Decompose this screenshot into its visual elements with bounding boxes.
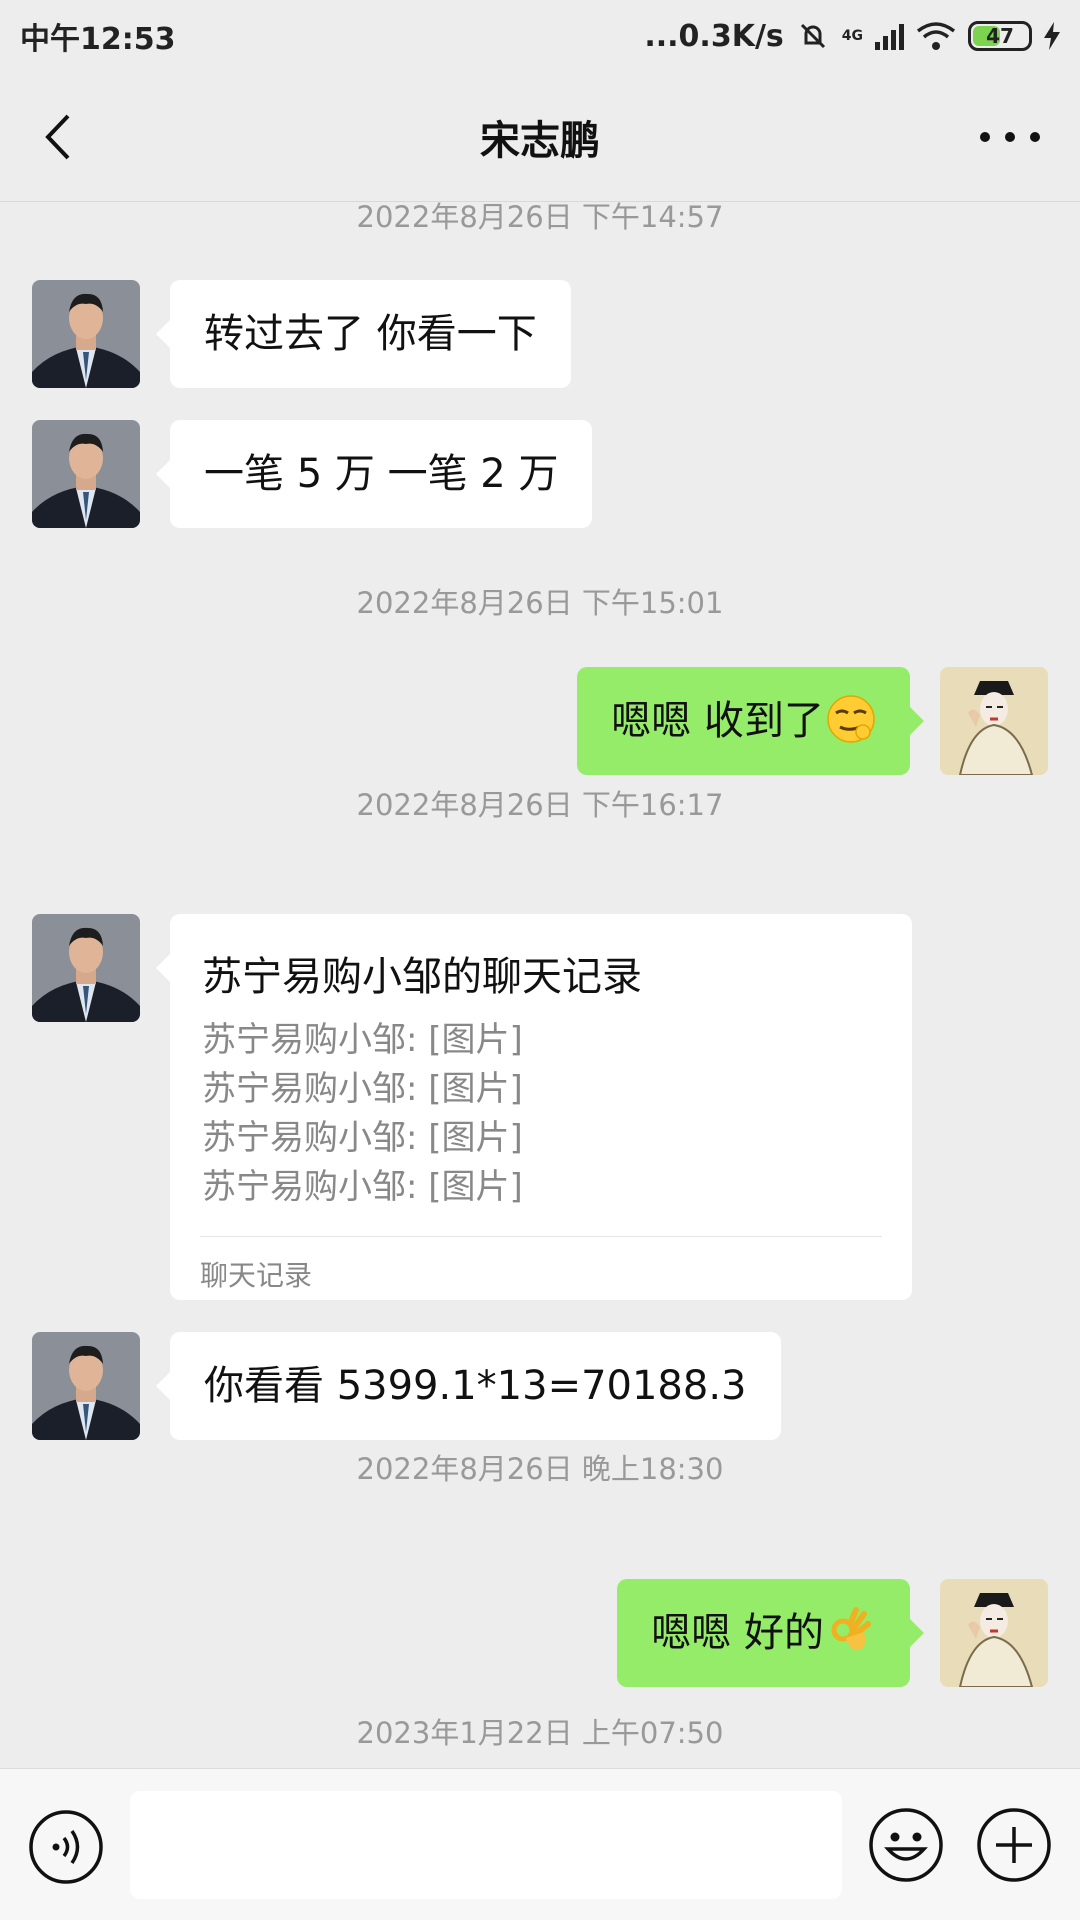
- plus-icon[interactable]: [976, 1807, 1052, 1883]
- timestamp: 2023年1月22日 上午07:50: [356, 1716, 724, 1750]
- timestamp: 2022年8月26日 下午14:57: [356, 202, 724, 234]
- outgoing-message[interactable]: 嗯嗯 好的: [617, 1579, 924, 1687]
- record-line: 苏宁易购小邹: [图片]: [202, 1118, 523, 1158]
- status-icons: ...0.3K/s 4G 47: [644, 19, 1060, 54]
- timestamp: 2022年8月26日 晚上18:30: [356, 1452, 724, 1486]
- network-type: 4G: [841, 28, 863, 44]
- my-avatar[interactable]: [940, 1579, 1048, 1687]
- message-text: 嗯嗯 收到了: [611, 698, 824, 744]
- signal-icon: [875, 22, 904, 50]
- charging-icon: [1044, 22, 1060, 50]
- message-input[interactable]: [130, 1791, 842, 1899]
- emoji-icon[interactable]: [868, 1807, 944, 1883]
- contact-avatar[interactable]: [32, 914, 140, 1022]
- chat-area[interactable]: 2022年8月26日 下午14:57 转过去了 你看一下 一笔 5 万 一笔 2…: [0, 202, 1080, 1768]
- message-text: 嗯嗯 好的: [651, 1610, 824, 1656]
- ok-hand-emoji-icon: [831, 1607, 871, 1651]
- smirk-emoji-icon: [827, 695, 875, 743]
- record-line: 苏宁易购小邹: [图片]: [202, 1020, 523, 1060]
- outgoing-message[interactable]: 嗯嗯 收到了: [577, 667, 924, 775]
- incoming-message[interactable]: 转过去了 你看一下: [156, 280, 571, 388]
- chat-title: 宋志鹏: [480, 117, 600, 164]
- timestamp: 2022年8月26日 下午16:17: [356, 788, 724, 822]
- record-line: 苏宁易购小邹: [图片]: [202, 1069, 523, 1109]
- contact-avatar[interactable]: [32, 1332, 140, 1440]
- incoming-message[interactable]: 你看看 5399.1*13=70188.3: [156, 1332, 781, 1440]
- input-bar: [0, 1768, 1080, 1920]
- status-bar: 中午12:53 ...0.3K/s 4G 47: [0, 0, 1080, 72]
- back-arrow-icon[interactable]: [34, 112, 84, 162]
- timestamp: 2022年8月26日 下午15:01: [356, 586, 724, 620]
- more-icon[interactable]: [980, 122, 1040, 152]
- contact-avatar[interactable]: [32, 280, 140, 388]
- chat-header: 宋志鹏: [0, 72, 1080, 202]
- wifi-icon: [916, 22, 956, 50]
- network-speed: ...0.3K/s: [644, 18, 784, 54]
- incoming-message[interactable]: 一笔 5 万 一笔 2 万: [155, 420, 593, 528]
- record-divider: [200, 1236, 882, 1237]
- record-title: 苏宁易购小邹的聊天记录: [202, 954, 642, 1000]
- mute-icon: [800, 23, 825, 49]
- chat-record-card[interactable]: 苏宁易购小邹的聊天记录 苏宁易购小邹: [图片] 苏宁易购小邹: [图片] 苏宁…: [156, 914, 912, 1300]
- record-footer: 聊天记录: [200, 1259, 313, 1292]
- voice-icon[interactable]: [28, 1809, 104, 1885]
- contact-avatar[interactable]: [32, 420, 140, 528]
- battery-icon: 47: [968, 21, 1032, 51]
- my-avatar[interactable]: [940, 667, 1048, 775]
- record-line: 苏宁易购小邹: [图片]: [202, 1167, 523, 1207]
- status-time: 中午12:53: [20, 22, 176, 57]
